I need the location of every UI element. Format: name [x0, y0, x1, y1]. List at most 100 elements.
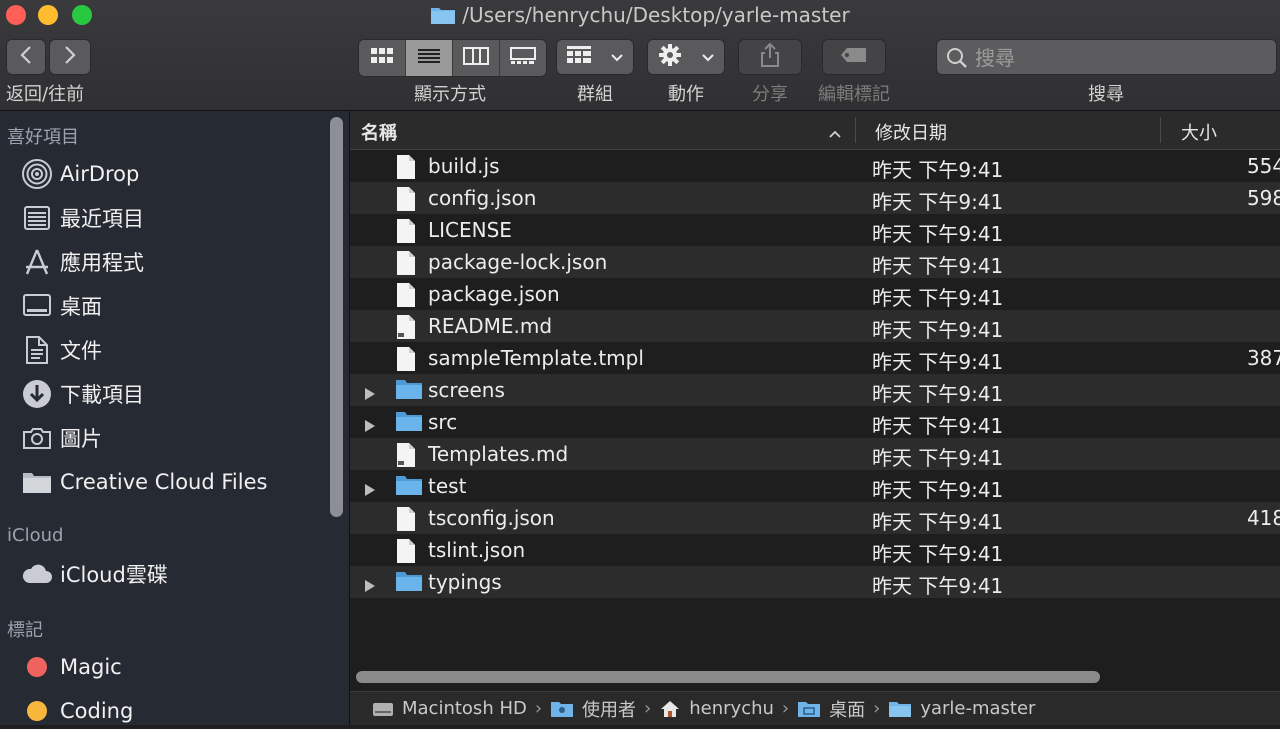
- file-icon: [395, 218, 417, 249]
- action-button[interactable]: [647, 39, 725, 75]
- table-row[interactable]: build.js 昨天 下午9:41 554 by: [350, 150, 1280, 182]
- back-button[interactable]: [6, 39, 46, 75]
- sidebar-item-label: Magic: [60, 655, 122, 679]
- share-button[interactable]: [738, 39, 802, 75]
- file-modified-date: 昨天 下午9:41: [872, 222, 1004, 246]
- file-modified-date: 昨天 下午9:41: [872, 286, 1004, 310]
- file-name: screens: [428, 378, 505, 402]
- sidebar-item-desktop[interactable]: 桌面: [20, 288, 102, 324]
- folder-icon: [395, 378, 423, 405]
- gallery-icon: [510, 47, 536, 69]
- chevron-right-icon: ›: [534, 698, 543, 719]
- desktop-icon: [20, 289, 54, 323]
- view-mode-segmented[interactable]: [358, 39, 547, 77]
- table-row[interactable]: sampleTemplate.tmpl 昨天 下午9:41 387 by: [350, 342, 1280, 374]
- sidebar-item-label: AirDrop: [60, 162, 140, 186]
- cloud-icon: [20, 557, 54, 591]
- table-row[interactable]: README.md 昨天 下午9:41 6: [350, 310, 1280, 342]
- path-item-desktop[interactable]: 桌面: [797, 696, 865, 722]
- sidebar-item-pictures[interactable]: 圖片: [20, 420, 102, 456]
- orange-tag-dot-icon: [27, 701, 47, 721]
- column-view-button[interactable]: [453, 40, 500, 76]
- sidebar-item-label: 應用程式: [60, 251, 144, 275]
- disclosure-triangle-icon[interactable]: [364, 414, 376, 438]
- sidebar-item-downloads[interactable]: 下載項目: [20, 376, 144, 412]
- sidebar-item-airdrop[interactable]: AirDrop: [20, 156, 139, 192]
- sidebar-tag-coding[interactable]: Coding: [20, 693, 133, 729]
- file-name: typings: [428, 570, 502, 594]
- column-header-size[interactable]: 大小: [1181, 119, 1217, 145]
- disclosure-triangle-icon[interactable]: [364, 478, 376, 502]
- path-item-macintosh-hd[interactable]: Macintosh HD: [372, 698, 527, 719]
- path-item-home[interactable]: henrychu: [659, 698, 774, 719]
- table-row[interactable]: LICENSE 昨天 下午9:41 1: [350, 214, 1280, 246]
- columns-icon: [463, 47, 489, 69]
- grid-icon: [370, 47, 394, 69]
- file-icon: [395, 154, 417, 185]
- table-row[interactable]: package-lock.json 昨天 下午9:41 162: [350, 246, 1280, 278]
- path-item-users[interactable]: 使用者: [550, 696, 636, 722]
- home-icon: [659, 699, 681, 719]
- chevron-down-icon: [610, 48, 624, 67]
- file-modified-date: 昨天 下午9:41: [872, 542, 1004, 566]
- path-item-yarle-master[interactable]: yarle-master: [888, 698, 1035, 719]
- sidebar-item-applications[interactable]: 應用程式: [20, 244, 144, 280]
- file-size: 418 by: [1246, 506, 1280, 530]
- file-icon: [395, 538, 417, 569]
- file-name: build.js: [428, 154, 500, 178]
- file-name: Templates.md: [428, 442, 569, 466]
- sidebar-item-recents[interactable]: 最近項目: [20, 200, 144, 236]
- sidebar-scrollbar[interactable]: [330, 117, 343, 517]
- forward-button[interactable]: [49, 39, 91, 75]
- edit-tags-button[interactable]: [822, 39, 886, 75]
- file-modified-date: 昨天 下午9:41: [872, 254, 1004, 278]
- list-icon: [417, 47, 441, 69]
- file-icon: [395, 250, 417, 281]
- table-row[interactable]: screens 昨天 下午9:41: [350, 374, 1280, 406]
- search-field[interactable]: [936, 39, 1277, 75]
- sidebar-item-label: 下載項目: [60, 383, 144, 407]
- file-icon: [395, 506, 417, 537]
- table-row[interactable]: test 昨天 下午9:41: [350, 470, 1280, 502]
- sidebar-tag-magic[interactable]: Magic: [20, 649, 122, 685]
- chevron-down-icon: [701, 48, 715, 67]
- table-row[interactable]: src 昨天 下午9:41: [350, 406, 1280, 438]
- sidebar-item-documents[interactable]: 文件: [20, 332, 102, 368]
- sidebar-item-creative-cloud[interactable]: Creative Cloud Files: [20, 464, 267, 500]
- disclosure-triangle-icon[interactable]: [364, 382, 376, 406]
- icon-view-button[interactable]: [359, 40, 406, 76]
- table-row[interactable]: package.json 昨天 下午9:41 2: [350, 278, 1280, 310]
- disclosure-triangle-icon[interactable]: [364, 574, 376, 598]
- list-view-button[interactable]: [406, 40, 453, 76]
- table-row[interactable]: tsconfig.json 昨天 下午9:41 418 by: [350, 502, 1280, 534]
- sidebar-item-label: 桌面: [60, 295, 102, 319]
- table-row[interactable]: tslint.json 昨天 下午9:41 7: [350, 534, 1280, 566]
- group-icon: [566, 45, 592, 69]
- folder-icon: [20, 465, 54, 499]
- file-name: tslint.json: [428, 538, 526, 562]
- group-button[interactable]: [556, 39, 634, 75]
- table-row[interactable]: typings 昨天 下午9:41: [350, 566, 1280, 598]
- file-name: src: [428, 410, 458, 434]
- sidebar-item-label: 圖片: [60, 427, 102, 451]
- file-rows: build.js 昨天 下午9:41 554 by config.json 昨天 下午9…: [350, 150, 1280, 598]
- file-modified-date: 昨天 下午9:41: [872, 478, 1004, 502]
- search-label: 搜尋: [1088, 84, 1124, 105]
- toolbar: /Users/henrychu/Desktop/yarle-master 返回/…: [0, 0, 1280, 111]
- sidebar-item-label: Coding: [60, 699, 134, 723]
- document-icon: [395, 314, 417, 345]
- sidebar-item-icloud-drive[interactable]: iCloud雲碟: [20, 556, 168, 592]
- nav-label: 返回/往前: [6, 84, 85, 105]
- gallery-view-button[interactable]: [500, 40, 546, 76]
- table-row[interactable]: config.json 昨天 下午9:41 598 by: [350, 182, 1280, 214]
- horizontal-scrollbar[interactable]: [356, 671, 1100, 683]
- folder-icon: [430, 5, 456, 30]
- column-header-modified[interactable]: 修改日期: [875, 119, 947, 145]
- search-input[interactable]: [973, 43, 1267, 73]
- column-header-name[interactable]: 名稱: [361, 119, 397, 145]
- applications-icon: [20, 245, 54, 279]
- table-row[interactable]: Templates.md 昨天 下午9:41 3: [350, 438, 1280, 470]
- chevron-right-icon: [63, 45, 77, 69]
- file-icon: [395, 282, 417, 313]
- file-name: package-lock.json: [428, 250, 608, 274]
